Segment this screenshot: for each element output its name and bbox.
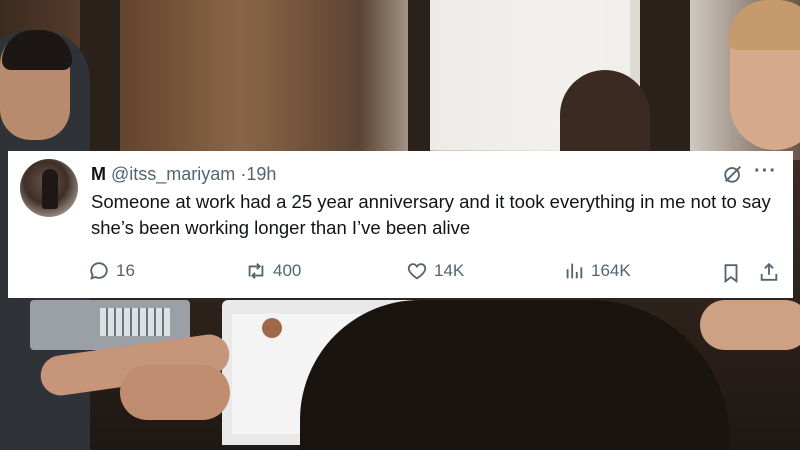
bookmark-icon	[724, 264, 738, 284]
tweet-header: M @itss_mariyam ·19h	[91, 163, 276, 185]
more-icon[interactable]: ···	[754, 161, 777, 181]
reply-icon	[90, 262, 108, 280]
reply-button[interactable]: 16	[88, 260, 135, 282]
repost-count: 400	[273, 261, 302, 280]
repost-icon	[248, 263, 264, 279]
timestamp[interactable]: 19h	[246, 164, 276, 184]
avatar[interactable]	[20, 159, 78, 217]
view-count: 164K	[591, 261, 631, 280]
share-icon	[760, 262, 778, 281]
share-button[interactable]	[758, 261, 780, 288]
user-handle[interactable]: @itss_mariyam	[111, 164, 235, 184]
bookmark-button[interactable]	[720, 262, 742, 289]
like-count: 14K	[434, 261, 465, 280]
reply-count: 16	[116, 261, 135, 280]
tweet-text: Someone at work had a 25 year anniversar…	[91, 191, 771, 238]
grok-icon[interactable]	[722, 163, 744, 185]
views-bar-chart-icon	[566, 263, 583, 279]
action-bar: 16 400 14K 164K	[88, 260, 788, 286]
display-name[interactable]: M	[91, 164, 106, 184]
views-button[interactable]: 164K	[563, 260, 631, 282]
like-button[interactable]: 14K	[406, 260, 464, 282]
repost-button[interactable]: 400	[245, 260, 301, 282]
heart-icon	[407, 263, 427, 280]
tweet-card[interactable]: M @itss_mariyam ·19h ··· Someone at work…	[8, 151, 793, 298]
